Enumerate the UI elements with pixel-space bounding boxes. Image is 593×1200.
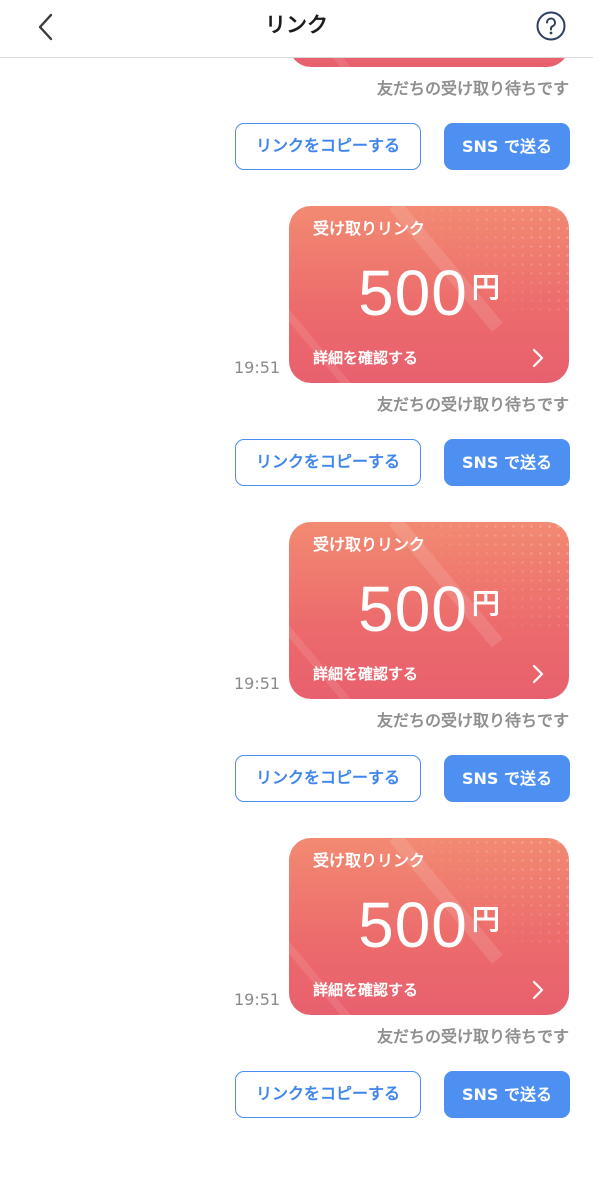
message-status: 友だちの受け取り待ちです bbox=[376, 395, 569, 414]
card-detail-link[interactable]: 詳細を確認する bbox=[313, 663, 418, 685]
copy-link-button[interactable]: リンクをコピーする bbox=[235, 1071, 421, 1118]
card-amount: 500 円 bbox=[289, 888, 569, 962]
message-status: 友だちの受け取り待ちです bbox=[376, 711, 569, 730]
send-sns-button[interactable]: SNS で送る bbox=[444, 755, 570, 802]
message-status: 友だちの受け取り待ちです bbox=[376, 79, 569, 98]
amount-unit: 円 bbox=[471, 903, 500, 936]
amount-unit: 円 bbox=[471, 271, 500, 304]
receive-link-card[interactable]: 受け取りリンク 500円 詳細を確認する bbox=[289, 58, 569, 67]
copy-link-button[interactable]: リンクをコピーする bbox=[235, 439, 421, 486]
receive-link-card[interactable]: 受け取りリンク 500円 詳細を確認する bbox=[289, 838, 569, 1015]
message-time: 19:51 bbox=[234, 58, 280, 62]
send-sns-button[interactable]: SNS で送る bbox=[444, 1071, 570, 1118]
page-title: リンク bbox=[265, 13, 328, 37]
receive-link-card[interactable]: 受け取りリンク 500円 詳細を確認する bbox=[289, 522, 569, 699]
link-message: 受け取りリンク 500円 詳細を確認する 19:51 友だちの受け取り待ちです … bbox=[0, 522, 593, 838]
card-label: 受け取りリンク bbox=[313, 851, 426, 870]
amount-value: 500 bbox=[358, 889, 468, 961]
card-light-streak bbox=[289, 58, 365, 67]
chevron-right-icon bbox=[532, 980, 544, 1000]
amount-value: 500 bbox=[358, 573, 468, 645]
card-label: 受け取りリンク bbox=[313, 535, 426, 554]
navigation-bar: リンク bbox=[0, 0, 593, 58]
question-circle-icon bbox=[536, 11, 566, 41]
help-button[interactable] bbox=[535, 10, 567, 42]
link-message: 受け取りリンク 500円 詳細を確認する 19:51 友だちの受け取り待ちです … bbox=[0, 838, 593, 1154]
chevron-right-icon bbox=[532, 348, 544, 368]
send-sns-button[interactable]: SNS で送る bbox=[444, 123, 570, 170]
copy-link-button[interactable]: リンクをコピーする bbox=[235, 755, 421, 802]
receive-link-card[interactable]: 受け取りリンク 500円 詳細を確認する bbox=[289, 206, 569, 383]
card-label: 受け取りリンク bbox=[313, 219, 426, 238]
message-time: 19:51 bbox=[234, 674, 281, 693]
link-message: 受け取りリンク 500円 詳細を確認する 19:51 友だちの受け取り待ちです … bbox=[0, 58, 593, 206]
card-amount: 500 円 bbox=[289, 572, 569, 646]
amount-value: 500 bbox=[358, 257, 468, 329]
message-time: 19:51 bbox=[234, 358, 281, 377]
link-message: 受け取りリンク 500円 詳細を確認する 19:51 友だちの受け取り待ちです … bbox=[0, 206, 593, 522]
message-status: 友だちの受け取り待ちです bbox=[376, 1027, 569, 1046]
send-sns-button[interactable]: SNS で送る bbox=[444, 439, 570, 486]
chevron-right-icon bbox=[532, 664, 544, 684]
card-detail-link[interactable]: 詳細を確認する bbox=[313, 979, 418, 1001]
amount-unit: 円 bbox=[471, 587, 500, 620]
message-feed[interactable]: 受け取りリンク 500円 詳細を確認する 19:51 友だちの受け取り待ちです … bbox=[0, 58, 593, 1200]
message-time: 19:51 bbox=[234, 990, 281, 1009]
card-amount: 500 円 bbox=[289, 256, 569, 330]
copy-link-button[interactable]: リンクをコピーする bbox=[235, 123, 421, 170]
card-detail-link[interactable]: 詳細を確認する bbox=[313, 347, 418, 369]
